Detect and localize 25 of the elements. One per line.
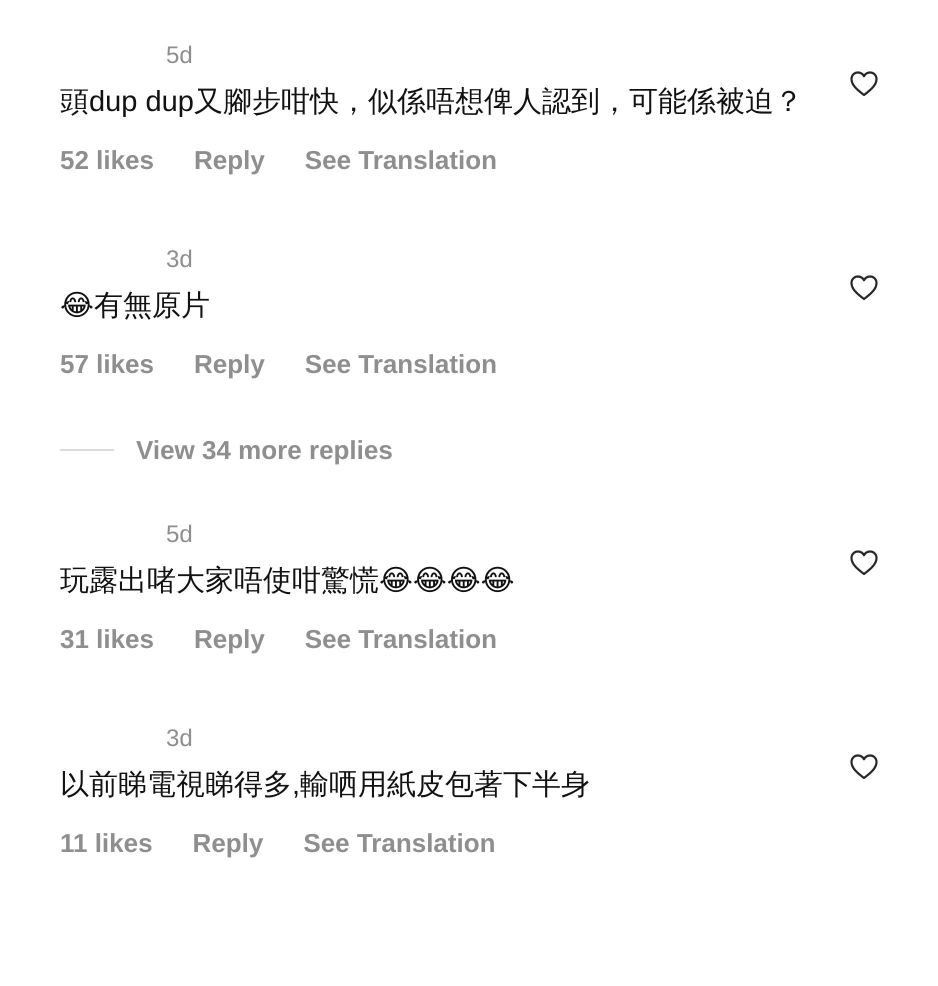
comment-text: 頭dup dup又腳步咁快，似係唔想俾人認到，可能係被迫？ <box>60 85 804 120</box>
heart-icon[interactable] <box>850 275 878 301</box>
see-translation-link[interactable]: See Translation <box>303 828 496 858</box>
likes-count[interactable]: 31 likes <box>60 624 154 654</box>
heart-icon[interactable] <box>850 754 878 780</box>
likes-count[interactable]: 57 likes <box>60 349 154 379</box>
reply-link[interactable]: Reply <box>194 349 265 379</box>
comment-text: 玩露出啫大家唔使咁驚慌😂😂😂😂 <box>60 564 516 599</box>
see-translation-link[interactable]: See Translation <box>304 145 497 175</box>
comment-text: 以前睇電視睇得多,輸哂用紙皮包著下半身 <box>60 768 592 803</box>
heart-icon[interactable] <box>850 550 878 576</box>
comment-time: 3d <box>166 724 193 754</box>
reply-link[interactable]: Reply <box>194 145 265 175</box>
comment-time: 5d <box>166 520 193 550</box>
see-translation-link[interactable]: See Translation <box>304 349 497 379</box>
comment-time: 5d <box>166 41 193 71</box>
view-more-replies-link[interactable]: View 34 more replies <box>136 435 393 465</box>
comment-text: 😂有無原片 <box>60 289 211 324</box>
likes-count[interactable]: 52 likes <box>60 145 154 175</box>
heart-icon[interactable] <box>850 71 878 97</box>
likes-count[interactable]: 11 likes <box>60 828 153 858</box>
comment-time: 3d <box>166 245 193 275</box>
reply-link[interactable]: Reply <box>194 624 265 654</box>
see-translation-link[interactable]: See Translation <box>304 624 497 654</box>
reply-link[interactable]: Reply <box>192 828 264 858</box>
